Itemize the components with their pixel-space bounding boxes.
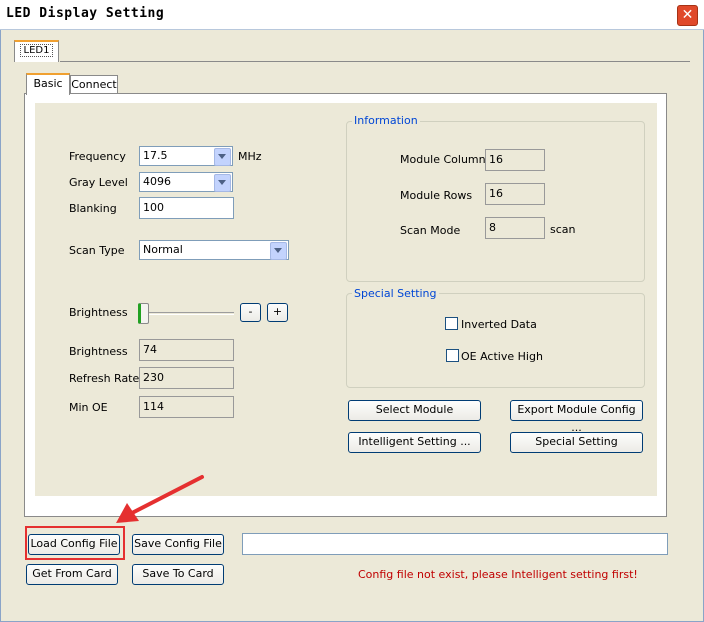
- close-button[interactable]: ✕: [677, 5, 698, 26]
- oe-active-high-checkbox[interactable]: [446, 349, 459, 362]
- information-group-title: Information: [352, 114, 420, 127]
- tab-connect[interactable]: Connect: [70, 75, 118, 95]
- gray-level-value: 4096: [143, 175, 171, 188]
- intelligent-setting-button[interactable]: Intelligent Setting ...: [348, 432, 481, 453]
- save-config-file-button[interactable]: Save Config File: [132, 534, 224, 555]
- module-columns-label: Module Columns: [400, 153, 492, 166]
- select-module-button[interactable]: Select Module: [348, 400, 481, 421]
- frequency-select[interactable]: 17.5: [139, 146, 233, 166]
- module-rows-label: Module Rows: [400, 189, 473, 202]
- frequency-unit: MHz: [238, 150, 262, 163]
- special-setting-group-title: Special Setting: [352, 287, 439, 300]
- scan-mode-unit: scan: [550, 223, 576, 236]
- config-file-path-field[interactable]: [242, 533, 668, 555]
- module-rows-field: 16: [485, 183, 545, 205]
- gray-level-select[interactable]: 4096: [139, 172, 233, 192]
- blanking-input[interactable]: 100: [139, 197, 234, 219]
- blanking-label: Blanking: [69, 202, 117, 215]
- scan-type-label: Scan Type: [69, 244, 125, 257]
- gray-level-label: Gray Level: [69, 176, 128, 189]
- oe-active-high-label: OE Active High: [461, 350, 543, 363]
- scan-mode-field: 8: [485, 217, 545, 239]
- refresh-rate-label: Refresh Rate: [69, 372, 140, 385]
- annotation-arrow-icon: [116, 475, 204, 523]
- export-module-config-button[interactable]: Export Module Config ...: [510, 400, 643, 434]
- tab-led1-label: LED1: [19, 44, 54, 57]
- tab-basic[interactable]: Basic: [26, 73, 70, 95]
- save-to-card-button[interactable]: Save To Card: [132, 564, 224, 585]
- outer-tab-strip-line: [60, 61, 690, 62]
- chevron-down-icon[interactable]: [270, 242, 287, 260]
- min-oe-field: 114: [139, 396, 234, 418]
- window-title: LED Display Setting: [6, 6, 165, 21]
- brightness-increase-button[interactable]: +: [267, 303, 288, 322]
- brightness-value-field: 74: [139, 339, 234, 361]
- chevron-down-icon[interactable]: [214, 148, 231, 166]
- frequency-value: 17.5: [143, 149, 168, 162]
- inverted-data-label: Inverted Data: [461, 318, 537, 331]
- refresh-rate-field: 230: [139, 367, 234, 389]
- brightness-slider-thumb[interactable]: [138, 303, 149, 324]
- chevron-down-icon[interactable]: [214, 174, 231, 192]
- brightness-slider-label: Brightness: [69, 306, 128, 319]
- min-oe-label: Min OE: [69, 401, 108, 414]
- scan-type-value: Normal: [143, 243, 183, 256]
- brightness-decrease-button[interactable]: -: [240, 303, 261, 322]
- scan-mode-label: Scan Mode: [400, 224, 461, 237]
- special-setting-group: [346, 293, 645, 388]
- status-message: Config file not exist, please Intelligen…: [358, 568, 638, 581]
- get-from-card-button[interactable]: Get From Card: [26, 564, 118, 585]
- load-config-file-button[interactable]: Load Config File: [28, 534, 120, 555]
- inverted-data-checkbox[interactable]: [445, 317, 458, 330]
- special-setting-button[interactable]: Special Setting: [510, 432, 643, 453]
- scan-type-select[interactable]: Normal: [139, 240, 289, 260]
- brightness-slider-track[interactable]: [140, 312, 234, 315]
- frequency-label: Frequency: [69, 150, 126, 163]
- tab-led1[interactable]: LED1: [14, 40, 59, 62]
- brightness-label: Brightness: [69, 345, 128, 358]
- module-columns-field: 16: [485, 149, 545, 171]
